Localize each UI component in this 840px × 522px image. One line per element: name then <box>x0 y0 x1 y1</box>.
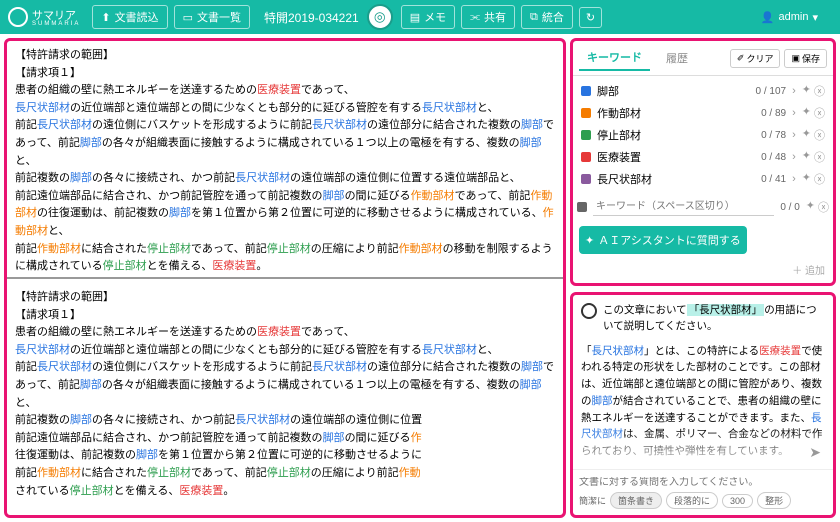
sparkle-icon: ✦ <box>585 234 594 247</box>
sparkle-icon[interactable]: ✦ <box>802 127 811 143</box>
keyword-row[interactable]: 作動部材 0 / 89 › ✦ⓧ <box>577 102 829 124</box>
keyword-row[interactable]: 長尺状部材 0 / 41 › ✦ⓧ <box>577 168 829 190</box>
pane-divider[interactable] <box>7 277 563 279</box>
merge-label: 統合 <box>542 9 564 25</box>
kw-name: 脚部 <box>597 83 750 99</box>
kw-count: 0 / 89 <box>761 108 786 119</box>
clear-button[interactable]: ✐クリア <box>730 49 781 68</box>
chat-input[interactable] <box>579 477 827 488</box>
remove-icon[interactable]: ⓧ <box>814 171 825 187</box>
kw-count: 0 / 107 <box>756 86 787 97</box>
chevron-right-icon[interactable]: › <box>792 107 796 119</box>
save-button[interactable]: ▣保存 <box>784 49 827 68</box>
keyword-row[interactable]: 医療装置 0 / 48 › ✦ⓧ <box>577 146 829 168</box>
sparkle-icon[interactable]: ✦ <box>802 171 811 187</box>
claim-text-2: 患者の組織の壁に熱エネルギーを送達するための医療装置であって、 長尺状部材の近位… <box>15 324 555 500</box>
upload-icon: ⬆ <box>101 11 110 24</box>
claim-1-label-2: 【請求項１】 <box>15 307 555 325</box>
kw-color-swatch[interactable] <box>581 152 591 162</box>
chevron-right-icon[interactable]: › <box>792 129 796 141</box>
folder-icon: ▭ <box>183 11 193 24</box>
send-button[interactable]: ➤ <box>809 444 821 461</box>
sparkle-icon[interactable]: ✦ <box>802 149 811 165</box>
add-keyword-link[interactable]: ＋ 追加 <box>573 260 833 283</box>
kw-count: 0 / 48 <box>761 152 786 163</box>
kw-color-swatch[interactable] <box>581 86 591 96</box>
note-icon: ▤ <box>410 11 420 24</box>
memo-label: メモ <box>424 9 446 25</box>
logo-icon <box>8 7 28 27</box>
keyword-panel: キーワード 履歴 ✐クリア ▣保存 脚部 0 / 107 › ✦ⓧ 作動部材 0… <box>570 38 836 286</box>
keyword-input[interactable] <box>593 198 774 216</box>
opt-length[interactable]: 300 <box>722 494 753 508</box>
remove-icon[interactable]: ⓧ <box>814 105 825 121</box>
user-label: admin <box>779 11 809 23</box>
keyword-row[interactable]: 停止部材 0 / 78 › ✦ⓧ <box>577 124 829 146</box>
refresh-button[interactable]: ↻ <box>579 7 602 28</box>
sparkle-icon[interactable]: ✦ <box>806 199 815 215</box>
memo-button[interactable]: ▤ メモ <box>401 5 455 29</box>
logo: サマリア SUMMARIA <box>8 7 80 27</box>
chat-panel: この文章において「長尺状部材」の用語について説明してください。 「長尺状部材」と… <box>570 292 836 518</box>
kw-name: 作動部材 <box>597 105 755 121</box>
tab-keywords[interactable]: キーワード <box>579 45 650 71</box>
doc-list-button[interactable]: ▭ 文書一覧 <box>174 5 250 29</box>
keyword-row[interactable]: 脚部 0 / 107 › ✦ⓧ <box>577 80 829 102</box>
sparkle-icon[interactable]: ✦ <box>802 105 811 121</box>
section-claims: 【特許請求の範囲】 <box>15 47 555 65</box>
remove-icon[interactable]: ⓧ <box>814 127 825 143</box>
logo-subtext: SUMMARIA <box>32 21 80 27</box>
tab-history[interactable]: 履歴 <box>658 46 696 70</box>
kw-name: 長尺状部材 <box>597 171 755 187</box>
section-claims-2: 【特許請求の範囲】 <box>15 289 555 307</box>
opt-paragraph[interactable]: 段落的に <box>666 492 718 509</box>
document-content-bottom[interactable]: 【特許請求の範囲】 【請求項１】 患者の組織の壁に熱エネルギーを送達するための医… <box>7 283 563 515</box>
opt-bullets[interactable]: 箇条書き <box>610 492 662 509</box>
ai-assistant-button[interactable]: ✦ＡＩアシスタントに質問する <box>579 226 747 254</box>
kw-color-swatch[interactable] <box>581 174 591 184</box>
brush-icon: ✐ <box>737 53 745 64</box>
doc-list-label: 文書一覧 <box>197 9 241 25</box>
chat-answer: 「長尺状部材」とは、この特許による医療装置で使われる特定の形状をした部材のことで… <box>573 343 833 470</box>
claim-1-label: 【請求項１】 <box>15 65 555 83</box>
kw-count: 0 / 41 <box>761 174 786 185</box>
share-label: 共有 <box>484 9 506 25</box>
kw-name: 停止部材 <box>597 127 755 143</box>
opt-format[interactable]: 整形 <box>757 492 791 509</box>
swirl-icon: ◎ <box>374 9 386 25</box>
remove-icon[interactable]: ⓧ <box>814 149 825 165</box>
kw-name: 医療装置 <box>597 149 755 165</box>
chat-question: この文章において「長尺状部材」の用語について説明してください。 <box>573 295 833 343</box>
claim-text: 患者の組織の壁に熱エネルギーを送達するための医療装置であって、 長尺状部材の近位… <box>15 82 555 273</box>
remove-icon[interactable]: ⓧ <box>818 199 829 215</box>
document-panel: 【特許請求の範囲】 【請求項１】 患者の組織の壁に熱エネルギーを送達するための医… <box>4 38 566 518</box>
merge-button[interactable]: ⧉ 統合 <box>521 5 573 29</box>
merge-icon: ⧉ <box>530 11 538 24</box>
chevron-down-icon: ▾ <box>812 11 818 24</box>
share-icon: ⫘ <box>470 11 480 24</box>
document-content-top[interactable]: 【特許請求の範囲】 【請求項１】 患者の組織の壁に熱エネルギーを送達するための医… <box>7 41 563 273</box>
kw-count: 0 / 78 <box>761 130 786 141</box>
load-doc-button[interactable]: ⬆ 文書読込 <box>92 5 167 29</box>
kw-color-swatch[interactable] <box>581 108 591 118</box>
assistant-icon <box>581 303 597 319</box>
bookmark-icon: ▣ <box>791 53 800 64</box>
chevron-right-icon[interactable]: › <box>792 85 796 97</box>
remove-icon[interactable]: ⓧ <box>814 83 825 99</box>
highlighted-term: 「長尺状部材」 <box>687 304 765 316</box>
share-button[interactable]: ⫘ 共有 <box>461 5 515 29</box>
user-icon: 👤 <box>761 11 775 24</box>
chevron-right-icon[interactable]: › <box>792 151 796 163</box>
chevron-right-icon[interactable]: › <box>792 173 796 185</box>
document-id: 特開2019-034221 <box>264 9 359 26</box>
new-kw-count: 0 / 0 <box>780 202 799 213</box>
center-round-button[interactable]: ◎ <box>367 4 393 30</box>
user-menu[interactable]: 👤 admin▾ <box>753 8 826 27</box>
refresh-icon: ↻ <box>586 11 595 24</box>
load-doc-label: 文書読込 <box>115 9 159 25</box>
sparkle-icon[interactable]: ✦ <box>802 83 811 99</box>
kw-color-swatch[interactable] <box>581 130 591 140</box>
new-kw-color[interactable] <box>577 202 587 212</box>
opt-concise-label: 簡潔に <box>579 494 606 507</box>
